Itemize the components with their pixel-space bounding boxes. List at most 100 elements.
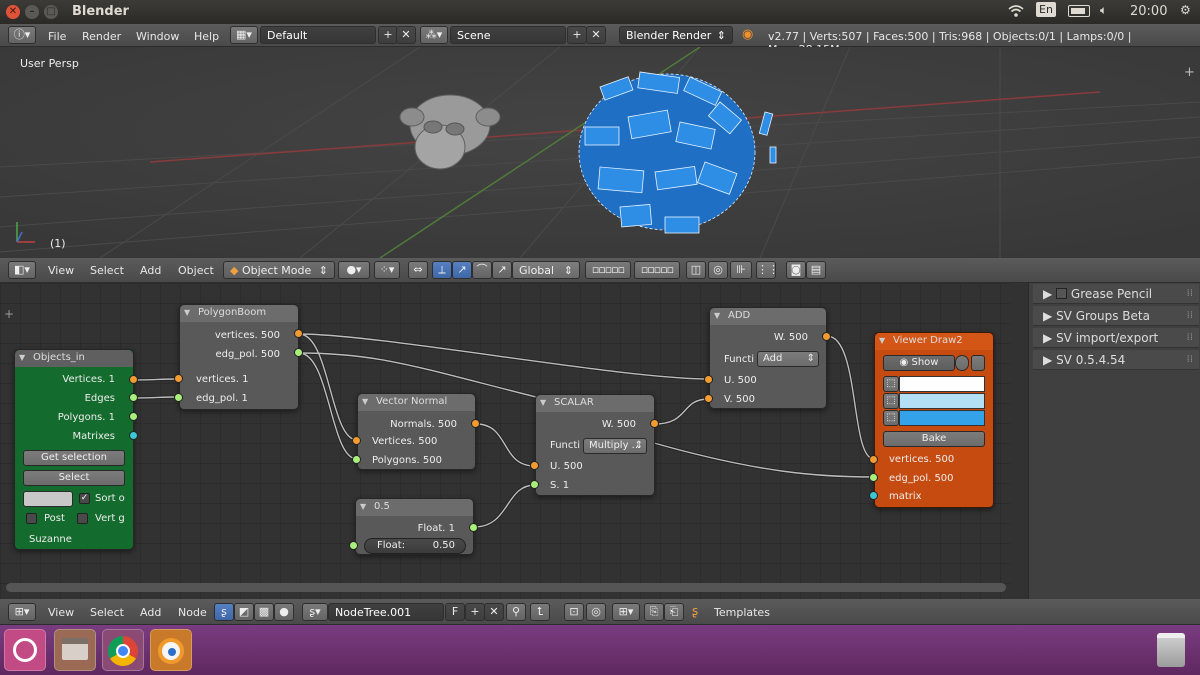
viewport-shading-icon[interactable]: ●▾ bbox=[338, 261, 370, 279]
node-add[interactable]: ADD W. 500 Functi Add ⇕ U. 500 V. 500 bbox=[709, 307, 827, 409]
socket-float-in[interactable] bbox=[349, 541, 358, 550]
node-menu-view[interactable]: View bbox=[48, 606, 74, 619]
blender-app-icon[interactable] bbox=[150, 629, 192, 671]
panel-grease-pencil[interactable]: ▶ Grease Pencil bbox=[1033, 284, 1199, 304]
scene-icon[interactable]: ⁂▾ bbox=[420, 26, 448, 44]
bake-button[interactable]: Bake bbox=[883, 431, 985, 447]
post-checkbox[interactable] bbox=[26, 513, 37, 524]
node-polygonboom-title[interactable]: PolygonBoom bbox=[180, 305, 298, 322]
editor-type-info-icon[interactable]: ⓘ▾ bbox=[8, 26, 36, 44]
socket-polygonboom-vertices-in[interactable] bbox=[174, 374, 183, 383]
node-scalar-title[interactable]: SCALAR bbox=[536, 395, 654, 412]
node-scalar[interactable]: SCALAR W. 500 Functi Multiply ...⇕ U. 50… bbox=[535, 394, 655, 496]
translate-manipulator-icon[interactable]: ⟂ bbox=[432, 261, 452, 279]
socket-objects-in-polygons[interactable] bbox=[129, 412, 138, 421]
panel-sv-import-export[interactable]: ▶ SV import/export bbox=[1033, 328, 1199, 348]
trash-icon[interactable] bbox=[1150, 629, 1192, 671]
volume-icon[interactable]: 🔈︎ bbox=[1100, 3, 1107, 18]
panel-sv-version[interactable]: ▶ SV 0.5.4.54 bbox=[1033, 350, 1199, 370]
node-tree-type-compositor-icon[interactable]: ● bbox=[274, 603, 294, 621]
mode-select[interactable]: ◆ Object Mode ⇕ bbox=[223, 261, 335, 279]
close-window-button[interactable]: ✕ bbox=[6, 5, 20, 19]
objects-in-blank-field[interactable] bbox=[23, 491, 73, 507]
node-float-title[interactable]: 0.5 bbox=[356, 499, 473, 516]
transform-orientation-icon[interactable]: ↗ bbox=[492, 261, 512, 279]
face-color-icon[interactable]: ⬚ bbox=[883, 410, 899, 426]
templates-menu[interactable]: Templates bbox=[714, 606, 770, 619]
maximize-window-button[interactable]: □ bbox=[44, 5, 58, 19]
layers-group-2[interactable]: ▫▫▫▫▫ bbox=[634, 261, 680, 279]
menu-file[interactable]: File bbox=[48, 30, 66, 43]
lock-layers-icon[interactable]: ◫ bbox=[686, 261, 706, 279]
socket-add-w-out[interactable] bbox=[822, 332, 831, 341]
socket-add-u-in[interactable] bbox=[704, 375, 713, 384]
horizontal-scrollbar[interactable] bbox=[6, 583, 1006, 592]
snap-element-icon[interactable]: ⋮⋮ bbox=[756, 261, 779, 279]
socket-float-out[interactable] bbox=[469, 523, 478, 532]
view3d-menu-select[interactable]: Select bbox=[90, 264, 124, 277]
node-tree-browse-icon[interactable]: ʂ▾ bbox=[302, 603, 328, 621]
clock[interactable]: 20:00 bbox=[1130, 4, 1167, 19]
node-menu-select[interactable]: Select bbox=[90, 606, 124, 619]
select-button[interactable]: Select bbox=[23, 470, 125, 486]
proportional-edit-icon[interactable]: ◎ bbox=[708, 261, 728, 279]
node-snap-element-icon[interactable]: ⊞▾ bbox=[612, 603, 640, 621]
chrome-browser-icon[interactable] bbox=[102, 629, 144, 671]
scalar-function-select[interactable]: Multiply ... ⇕ bbox=[583, 438, 647, 454]
socket-scalar-u-in[interactable] bbox=[530, 461, 539, 470]
editor-type-3dview-icon[interactable]: ◧▾ bbox=[8, 261, 36, 279]
node-tree-type-shader-icon[interactable]: ◩ bbox=[234, 603, 254, 621]
socket-vector-normal-polygons-in[interactable] bbox=[352, 455, 361, 464]
edge-color-icon[interactable]: ⬚ bbox=[883, 393, 899, 409]
node-menu-add[interactable]: Add bbox=[140, 606, 161, 619]
new-node-tree-icon[interactable]: + bbox=[465, 603, 485, 621]
show-toggle-button[interactable]: ◉ Show bbox=[883, 355, 955, 371]
editor-type-node-icon[interactable]: ⊞▾ bbox=[8, 603, 36, 621]
node-float[interactable]: 0.5 Float. 1 Float: 0.50 bbox=[355, 498, 474, 555]
vert-group-checkbox[interactable] bbox=[77, 513, 88, 524]
get-selection-button[interactable]: Get selection bbox=[23, 450, 125, 466]
screen-layout-field[interactable]: Default bbox=[260, 26, 376, 44]
rotate-manipulator-icon[interactable]: ↗ bbox=[452, 261, 472, 279]
socket-polygonboom-vertices-out[interactable] bbox=[294, 329, 303, 338]
transform-orientation-select[interactable]: Global ⇕ bbox=[512, 261, 580, 279]
socket-add-v-in[interactable] bbox=[704, 394, 713, 403]
node-viewer-draw[interactable]: Viewer Draw2 ◉ Show ⬚ ⬚ ⬚ Bake vertices.… bbox=[874, 332, 994, 508]
render-engine-select[interactable]: Blender Render ⇕ bbox=[619, 26, 733, 44]
socket-viewer-matrix-in[interactable] bbox=[869, 491, 878, 500]
pin-node-tree-icon[interactable]: ⚲ bbox=[506, 603, 526, 621]
files-manager-icon[interactable] bbox=[54, 629, 96, 671]
socket-viewer-vertices-in[interactable] bbox=[869, 455, 878, 464]
3d-viewport[interactable]: User Persp (1) + bbox=[0, 47, 1200, 258]
add-scene-icon[interactable]: + bbox=[567, 26, 587, 44]
socket-polygonboom-edg-in[interactable] bbox=[174, 393, 183, 402]
node-polygonboom[interactable]: PolygonBoom vertices. 500 edg_pol. 500 v… bbox=[179, 304, 299, 410]
socket-polygonboom-edg-out[interactable] bbox=[294, 348, 303, 357]
panel-sv-groups-beta[interactable]: ▶ SV Groups Beta bbox=[1033, 306, 1199, 326]
node-objects-in[interactable]: Objects_in Vertices. 1 Edges Polygons. 1… bbox=[14, 349, 134, 550]
node-editor-canvas[interactable]: + Objects_in Vertices. 1 Edges Polygons.… bbox=[0, 283, 1010, 599]
remove-screen-icon[interactable]: ✕ bbox=[396, 26, 416, 44]
keyboard-language-indicator[interactable]: En bbox=[1036, 2, 1056, 17]
scale-manipulator-icon[interactable]: ⌒ bbox=[472, 261, 492, 279]
add-function-select[interactable]: Add ⇕ bbox=[757, 351, 819, 367]
face-color-swatch[interactable] bbox=[899, 410, 985, 426]
socket-objects-in-edges[interactable] bbox=[129, 393, 138, 402]
parent-node-tree-icon[interactable]: ⮤ bbox=[530, 603, 550, 621]
socket-scalar-s-in[interactable] bbox=[530, 480, 539, 489]
socket-objects-in-matrixes[interactable] bbox=[129, 431, 138, 440]
manipulator-toggle-icon[interactable]: ⇔ bbox=[408, 261, 428, 279]
paste-nodes-icon[interactable]: ⎗ bbox=[664, 603, 684, 621]
viewer-option-toggle-2[interactable] bbox=[971, 355, 985, 371]
viewport-toolshelf-plus-icon[interactable]: + bbox=[1184, 65, 1195, 80]
menu-render[interactable]: Render bbox=[82, 30, 121, 43]
socket-scalar-w-out[interactable] bbox=[650, 419, 659, 428]
node-vector-normal[interactable]: Vector Normal Normals. 500 Vertices. 500… bbox=[357, 393, 476, 470]
node-snap-toggle-icon[interactable]: ◎ bbox=[586, 603, 606, 621]
node-viewer-draw-title[interactable]: Viewer Draw2 bbox=[875, 333, 993, 350]
node-menu-node[interactable]: Node bbox=[178, 606, 207, 619]
remove-scene-icon[interactable]: ✕ bbox=[586, 26, 606, 44]
sort-checkbox[interactable]: ✓ bbox=[79, 493, 90, 504]
layers-group-1[interactable]: ▫▫▫▫▫ bbox=[585, 261, 631, 279]
wifi-icon[interactable] bbox=[1008, 4, 1024, 21]
